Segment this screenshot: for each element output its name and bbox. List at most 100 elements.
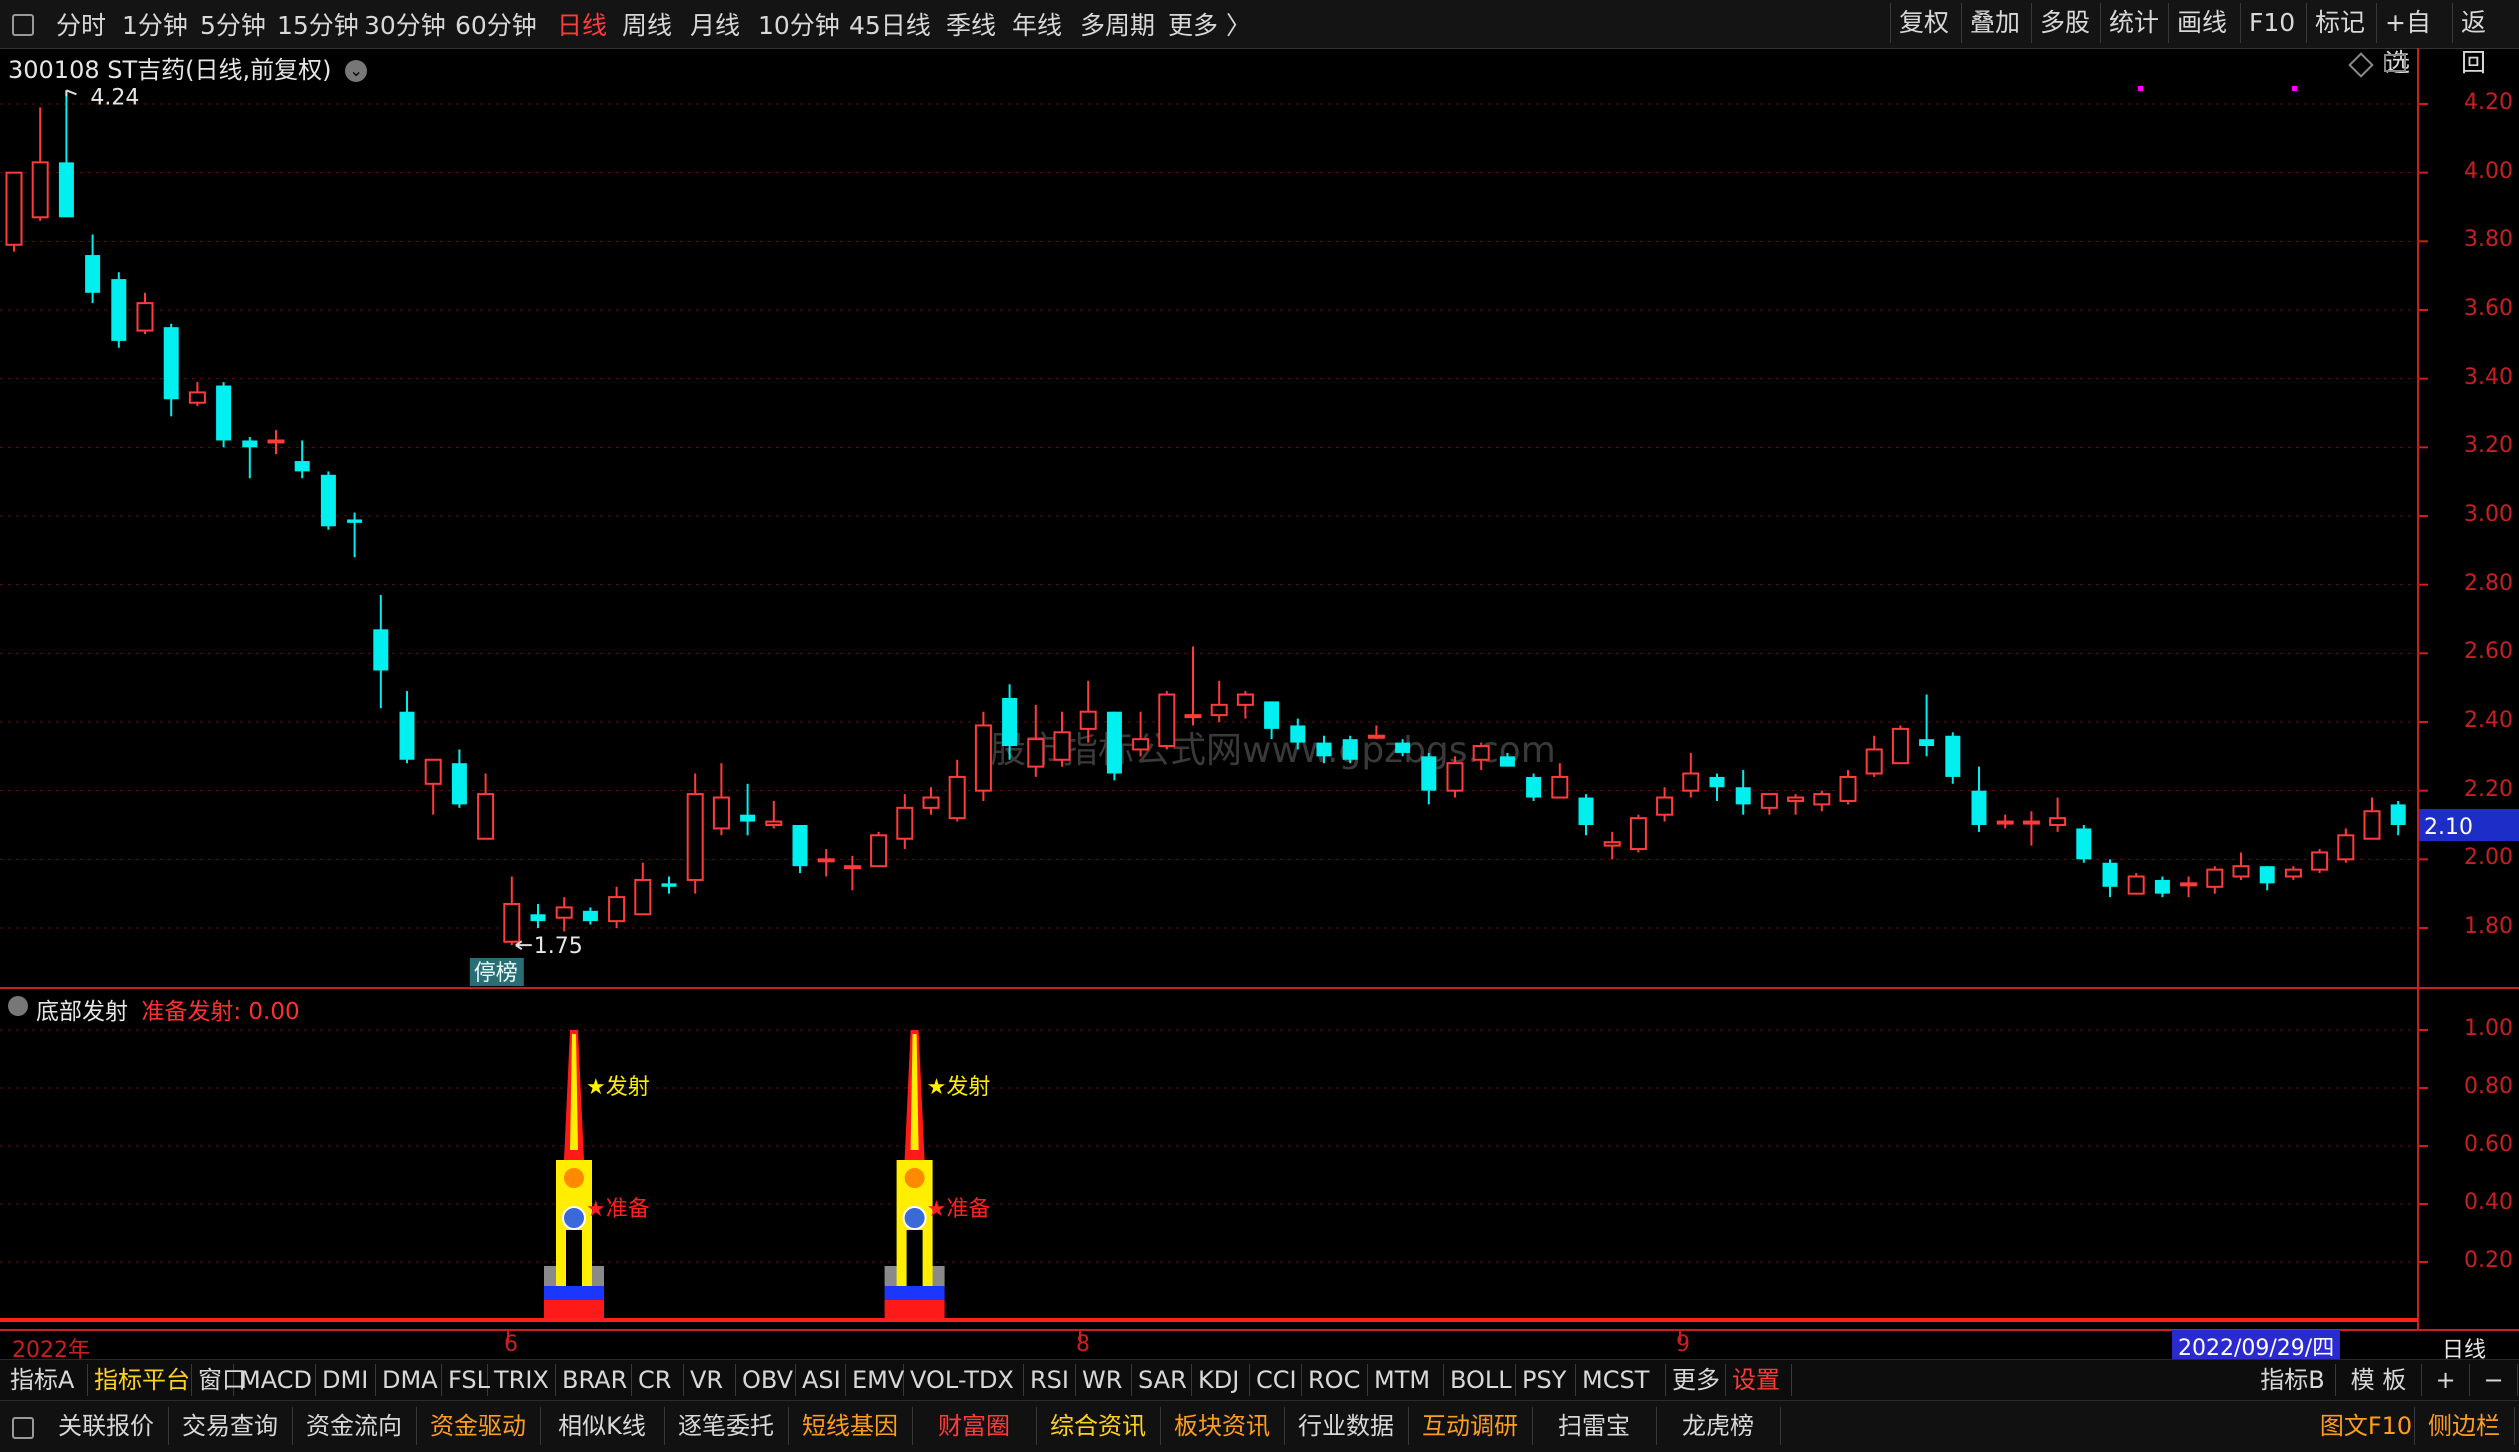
candle-body — [1865, 748, 1883, 775]
candle-body — [1682, 772, 1700, 792]
candle-body — [1472, 745, 1490, 761]
candle-body — [1709, 776, 1725, 788]
candle-body — [1603, 841, 1621, 847]
fire-label: ★发射 — [586, 1075, 650, 1100]
indicator-tab[interactable]: 设置 — [1726, 1364, 1792, 1396]
candle-body — [2206, 868, 2224, 888]
function-right-button[interactable]: 图文F10 — [2318, 1407, 2415, 1445]
function-button[interactable]: 行业数据 — [1284, 1407, 1409, 1445]
candle-body — [320, 474, 336, 527]
candle-body — [477, 793, 495, 840]
indicator-tab[interactable]: CR — [632, 1364, 684, 1396]
indicator-tab[interactable]: CCI — [1250, 1364, 1302, 1396]
candle-body — [2076, 828, 2092, 860]
indicator-tab[interactable]: MACD — [234, 1364, 316, 1396]
candle-body — [1210, 703, 1228, 717]
indicator-tab[interactable]: DMA — [376, 1364, 442, 1396]
function-button[interactable]: 逐笔委托 — [664, 1407, 789, 1445]
indicator-right-button[interactable]: 模 板 — [2336, 1364, 2422, 1396]
indicator-tab[interactable]: BOLL — [1444, 1364, 1516, 1396]
function-button[interactable]: 相似K线 — [540, 1407, 665, 1445]
candle-body — [1290, 725, 1306, 743]
candle-body — [399, 711, 415, 760]
indicator-tab[interactable]: PSY — [1516, 1364, 1576, 1396]
indicator-title: 底部发射 准备发射: 0.00 — [36, 992, 300, 1026]
signal-ready-hole — [906, 1230, 923, 1286]
candle-body — [2363, 810, 2381, 840]
indicator-tab[interactable]: 更多 — [1666, 1364, 1726, 1396]
candle-body — [85, 255, 101, 293]
price-tick-label: 2.20 — [2464, 776, 2513, 802]
indicator-tab[interactable]: VOL-TDX — [904, 1364, 1024, 1396]
function-right-button[interactable]: 侧边栏 — [2414, 1407, 2515, 1445]
candle-body — [1839, 775, 1857, 802]
indicator-tab[interactable]: ASI — [796, 1364, 846, 1396]
indicator-tab[interactable]: DMI — [316, 1364, 376, 1396]
indicator-tab[interactable]: ROC — [1302, 1364, 1368, 1396]
candle-body — [2154, 879, 2170, 894]
candle-body — [163, 327, 179, 400]
signal-base-red — [884, 1300, 945, 1318]
candle-body — [974, 724, 992, 792]
candle-body — [2259, 866, 2275, 884]
candle-body — [870, 834, 888, 868]
function-button[interactable]: 短线基因 — [788, 1407, 913, 1445]
function-button[interactable]: 资金流向 — [292, 1407, 417, 1445]
function-button[interactable]: 综合资讯 — [1036, 1407, 1161, 1445]
function-button[interactable]: 交易查询 — [168, 1407, 293, 1445]
indicator-right-button[interactable]: + — [2422, 1364, 2470, 1396]
candle-body — [792, 825, 808, 867]
candle-body — [582, 910, 598, 922]
function-button[interactable]: 互动调研 — [1408, 1407, 1533, 1445]
function-button[interactable]: 板块资讯 — [1160, 1407, 1285, 1445]
indicator-tab[interactable]: TRIX — [488, 1364, 556, 1396]
indicator-collapse-icon[interactable] — [8, 996, 28, 1016]
indicator-tab[interactable]: FSL — [442, 1364, 490, 1396]
indicator-tab[interactable]: BRAR — [556, 1364, 632, 1396]
indicator-tab[interactable]: MCST — [1576, 1364, 1666, 1396]
indicator-tab[interactable]: MTM — [1368, 1364, 1444, 1396]
signal-clock-badge — [562, 1206, 586, 1230]
function-button[interactable]: 资金驱动 — [416, 1407, 541, 1445]
candle-body — [1787, 796, 1805, 802]
price-tick-label: 2.80 — [2464, 570, 2513, 596]
candle-body — [503, 902, 521, 943]
candle-body — [1079, 710, 1097, 730]
indicator-tab[interactable]: KDJ — [1192, 1364, 1250, 1396]
indicator-tab[interactable]: RSI — [1024, 1364, 1076, 1396]
candle-body — [1446, 762, 1464, 792]
indicator-right-button[interactable]: 指标B — [2250, 1364, 2336, 1396]
function-button[interactable]: 关联报价 — [44, 1407, 169, 1445]
indicator-tab[interactable]: 指标平台 — [88, 1364, 192, 1396]
signal-clock-badge — [902, 1206, 927, 1230]
indicator-right-button[interactable]: − — [2470, 1364, 2518, 1396]
candle-body — [216, 385, 232, 441]
function-button[interactable]: 财富圈 — [912, 1407, 1037, 1445]
candle-body — [111, 279, 127, 341]
function-menu-icon[interactable] — [12, 1417, 34, 1439]
function-button[interactable]: 扫雷宝 — [1532, 1407, 1657, 1445]
candle-body — [740, 814, 756, 822]
indicator-tab[interactable]: EMV — [846, 1364, 904, 1396]
candle-body — [896, 806, 914, 840]
indicator-tab[interactable]: WR — [1076, 1364, 1132, 1396]
candle-body — [712, 796, 730, 830]
candle-body — [1971, 790, 1987, 825]
current-price: 2.10 — [2424, 815, 2473, 840]
signal-ready-badge — [902, 1166, 927, 1190]
indicator-tab[interactable]: 窗口 — [192, 1364, 246, 1396]
function-button[interactable]: 龙虎榜 — [1656, 1407, 1781, 1445]
indicator-tab[interactable]: OBV — [736, 1364, 796, 1396]
indicator-tab[interactable]: SAR — [1132, 1364, 1192, 1396]
date-label: 9 — [1676, 1332, 1690, 1357]
signal-base-blue — [884, 1286, 945, 1300]
indicator-tab[interactable]: VR — [684, 1364, 736, 1396]
indicator-tab[interactable]: 指标A — [4, 1364, 88, 1396]
candle-body — [634, 878, 652, 916]
price-tick-label: 3.40 — [2464, 364, 2513, 390]
indicator-tab-bar: 指标A 指标平台 窗口 MACD DMI DMA FSL TRIX BRAR CR VR OBV ASI… — [0, 1359, 2519, 1400]
candle-body — [1264, 701, 1280, 729]
candle-body — [1996, 820, 2014, 825]
candle-body — [1499, 756, 1515, 767]
candle-body — [1053, 731, 1071, 761]
